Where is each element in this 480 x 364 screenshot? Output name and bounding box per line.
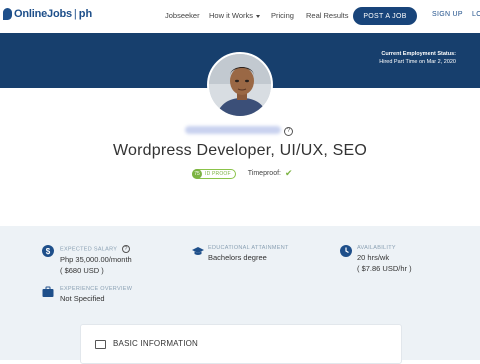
login-link[interactable]: LO <box>472 11 480 18</box>
id-proof-score: 75 <box>192 168 202 179</box>
profile-name-redacted <box>185 126 281 134</box>
checkmark-icon: ✔ <box>284 168 293 178</box>
nav-jobseeker[interactable]: Jobseeker <box>165 11 200 20</box>
nav-pricing[interactable]: Pricing <box>271 11 294 20</box>
graduation-cap-icon <box>192 247 204 255</box>
logo-suffix: ph <box>78 8 93 20</box>
svg-text:$: $ <box>46 247 51 256</box>
experience-value: Not Specified <box>60 294 105 303</box>
profile-avatar <box>207 52 273 118</box>
employment-status: Current Employment Status: Hired Part Ti… <box>379 51 456 65</box>
basic-information-title: BASIC INFORMATION <box>113 339 199 348</box>
logo-mark-icon <box>3 8 12 20</box>
logo-text: OnlineJobs <box>14 8 72 20</box>
briefcase-icon <box>42 286 54 297</box>
availability-label: AVAILABILITY <box>357 245 396 251</box>
id-proof-badge[interactable]: 75 ID PROOF <box>192 168 236 179</box>
expected-salary-label: EXPECTED SALARY ? <box>60 245 132 253</box>
basic-information-card: BASIC INFORMATION <box>80 324 402 364</box>
educational-attainment: EDUCATIONAL ATTAINMENT Bachelors degree <box>208 245 289 262</box>
availability-usd: ( $7.86 USD/hr ) <box>357 264 412 273</box>
clock-icon <box>340 245 352 257</box>
top-navbar: OnlineJobs | ph Jobseeker How it Works P… <box>0 0 480 33</box>
profile-headline: Wordpress Developer, UI/UX, SEO <box>113 142 367 159</box>
experience-label: EXPERIENCE OVERVIEW <box>60 286 133 292</box>
post-job-button[interactable]: POST A JOB <box>353 7 417 25</box>
expected-salary-value: Php 35,000.00/month <box>60 255 132 264</box>
chevron-down-icon <box>256 14 261 18</box>
logo-separator: | <box>73 8 77 20</box>
nav-real-results[interactable]: Real Results <box>306 11 349 20</box>
education-label: EDUCATIONAL ATTAINMENT <box>208 245 289 251</box>
profile-badges: 75 ID PROOF Timeproof: ✔ <box>192 168 293 179</box>
signup-link[interactable]: SIGN UP <box>432 11 463 18</box>
id-proof-label: ID PROOF <box>205 170 231 177</box>
availability-value: 20 hrs/wk <box>357 253 390 262</box>
expected-salary-label-text: EXPECTED SALARY <box>60 246 118 253</box>
question-icon[interactable]: ? <box>284 127 293 136</box>
employment-status-title: Current Employment Status: <box>381 51 456 57</box>
expected-salary-usd: ( $680 USD ) <box>60 266 104 275</box>
nav-how-it-works-label: How it Works <box>209 11 254 20</box>
availability: AVAILABILITY 20 hrs/wk ( $7.86 USD/hr ) <box>357 245 412 273</box>
id-card-icon <box>95 340 106 349</box>
experience-overview: EXPERIENCE OVERVIEW Not Specified <box>60 286 132 303</box>
timeproof-label: Timeproof: <box>247 170 281 177</box>
dollar-icon: $ <box>42 245 54 257</box>
question-icon[interactable]: ? <box>122 245 131 253</box>
employment-status-value: Hired Part Time on Mar 2, 2020 <box>379 59 456 65</box>
nav-how-it-works[interactable]: How it Works <box>209 11 261 20</box>
site-logo[interactable]: OnlineJobs | ph <box>3 8 92 20</box>
avatar-photo <box>209 54 271 116</box>
expected-salary: EXPECTED SALARY ? Php 35,000.00/month ( … <box>60 245 132 275</box>
education-value: Bachelors degree <box>208 253 267 262</box>
